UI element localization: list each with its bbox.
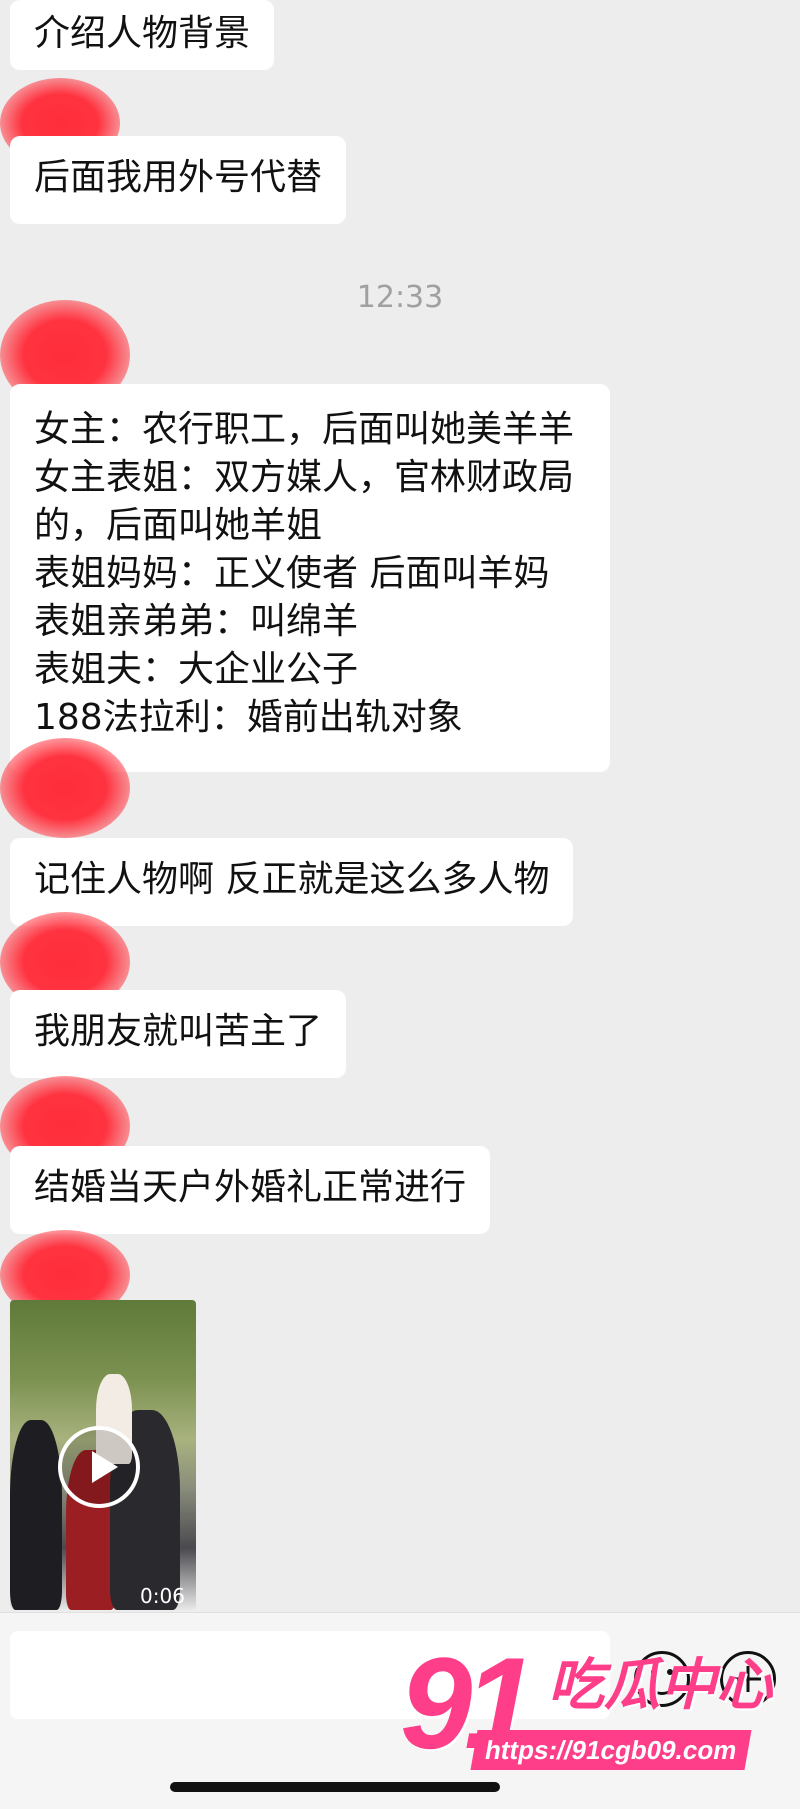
video-thumbnail-person [10,1420,62,1610]
message-bubble[interactable]: 我朋友就叫苦主了 [10,990,347,1078]
play-icon[interactable] [58,1426,140,1508]
timestamp: 12:33 [356,280,444,315]
message-bubble[interactable]: 记住人物啊 反正就是这么多人物 [10,838,574,926]
home-indicator [170,1782,500,1792]
video-duration: 0:06 [140,1584,185,1608]
watermark-url: https://91cgb09.com [470,1730,752,1770]
redacted-avatar [0,738,130,838]
message-bubble[interactable]: 女主：农行职工，后面叫她美羊羊 女主表姐：双方媒人，官林财政局 的，后面叫她羊姐… [10,384,610,772]
video-message[interactable]: 0:06 [10,1300,196,1610]
message-bubble[interactable]: 介绍人物背景 [10,0,275,70]
message-bubble[interactable]: 结婚当天户外婚礼正常进行 [10,1146,491,1234]
message-bubble[interactable]: 后面我用外号代替 [10,136,347,224]
watermark-title: 吃瓜中心 [548,1653,772,1718]
